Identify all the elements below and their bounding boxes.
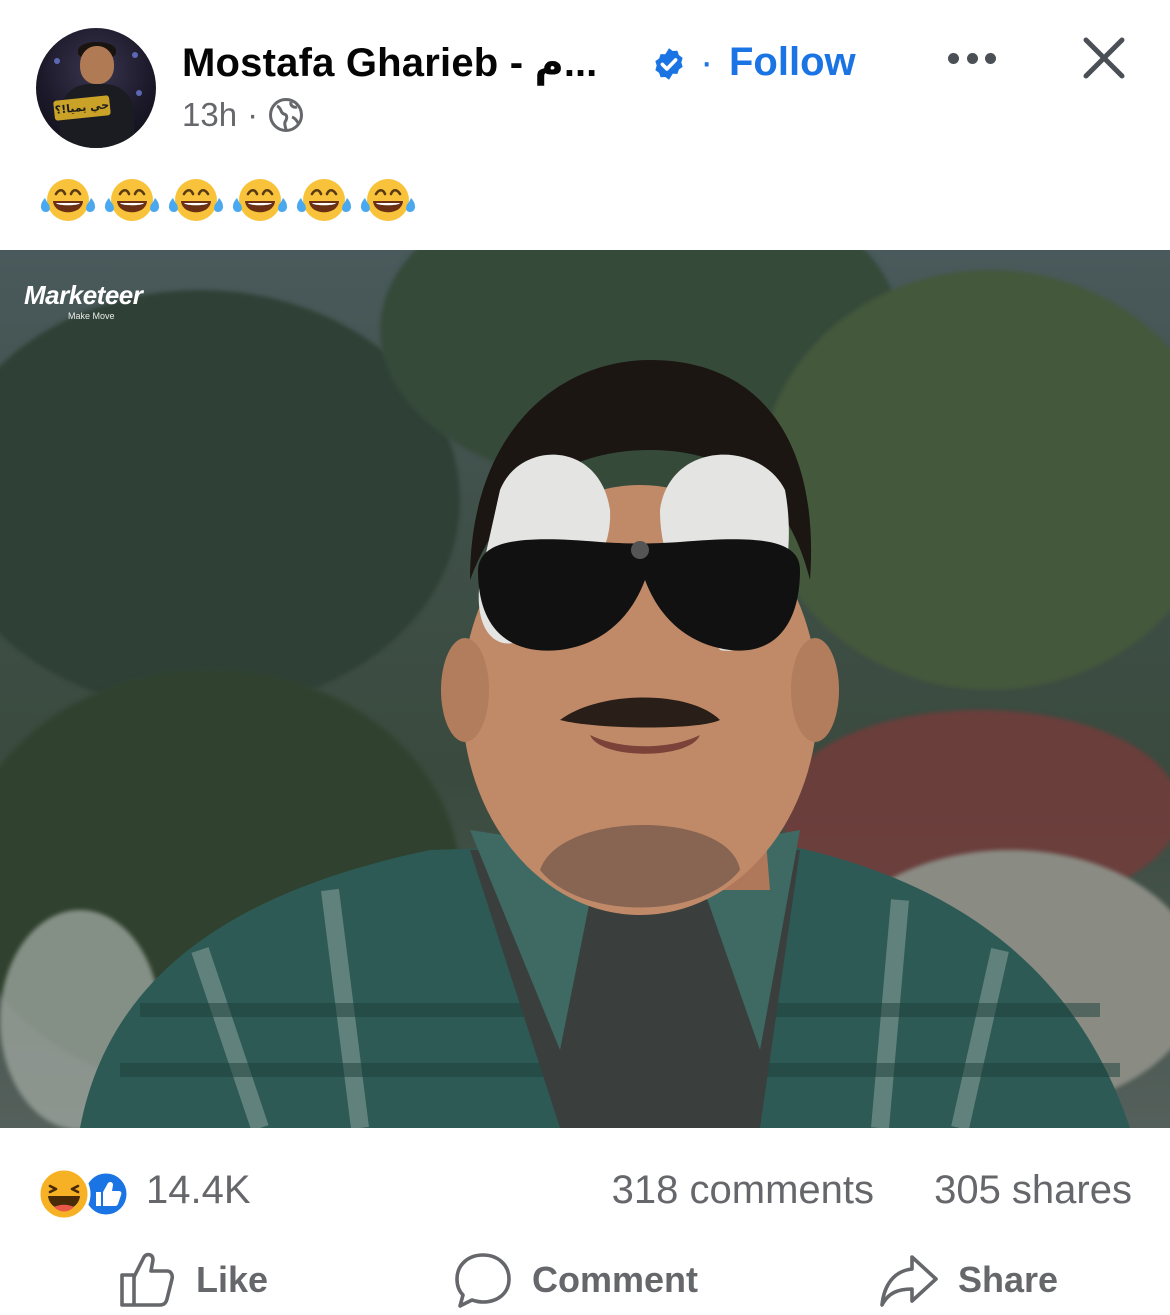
haha-reaction-icon (37, 1167, 91, 1221)
comments-count[interactable]: 318 comments (612, 1168, 874, 1213)
watermark-tagline: Make Move (68, 311, 115, 321)
like-label: Like (196, 1259, 269, 1300)
follow-separator: · (700, 40, 714, 84)
author-avatar[interactable]: حي يميا!؟ (36, 28, 156, 148)
author-name[interactable]: Mostafa Gharieb - م... (182, 40, 597, 86)
post-header: حي يميا!؟ Mostafa Gharieb - م... · Follo… (0, 0, 1170, 165)
post-video[interactable]: Marketeer Make Move (0, 250, 1170, 1128)
comment-bubble-icon (455, 1253, 511, 1308)
laughing-tears-emoji (360, 179, 416, 221)
reactions-count[interactable]: 14.4K (146, 1168, 251, 1213)
meta-separator: · (247, 96, 259, 133)
follow-button[interactable]: Follow (729, 40, 856, 85)
laughing-tears-emoji (296, 179, 352, 221)
post-caption (38, 176, 418, 224)
laughing-tears-emoji (40, 179, 96, 221)
share-button[interactable]: Share (878, 1250, 1058, 1310)
verified-badge-icon (655, 48, 683, 80)
post-actions: Like Comment Share (0, 1240, 1170, 1315)
globe-icon[interactable] (268, 97, 304, 133)
like-reaction-icon (82, 1170, 130, 1218)
laughing-tears-emoji (168, 179, 224, 221)
post-stats: 14.4K 318 comments 305 shares (0, 1128, 1170, 1238)
comment-label: Comment (532, 1259, 699, 1300)
laughing-tears-emoji (232, 179, 288, 221)
comment-button[interactable]: Comment (452, 1250, 698, 1310)
post-timestamp[interactable]: 13h (182, 96, 237, 134)
share-arrow-icon (880, 1255, 938, 1307)
post-meta: 13h · (182, 96, 304, 134)
share-label: Share (958, 1259, 1059, 1300)
shares-count[interactable]: 305 shares (934, 1168, 1132, 1213)
thumbs-up-icon (120, 1252, 175, 1307)
more-options-icon[interactable] (944, 40, 1000, 76)
watermark-brand: Marketeer (24, 280, 143, 310)
reaction-icons[interactable] (34, 1166, 134, 1222)
close-icon[interactable] (1076, 30, 1132, 86)
laughing-tears-emoji (104, 179, 160, 221)
like-button[interactable]: Like (116, 1250, 268, 1310)
video-frame-person (80, 360, 1130, 1128)
video-watermark: Marketeer Make Move (24, 280, 143, 321)
